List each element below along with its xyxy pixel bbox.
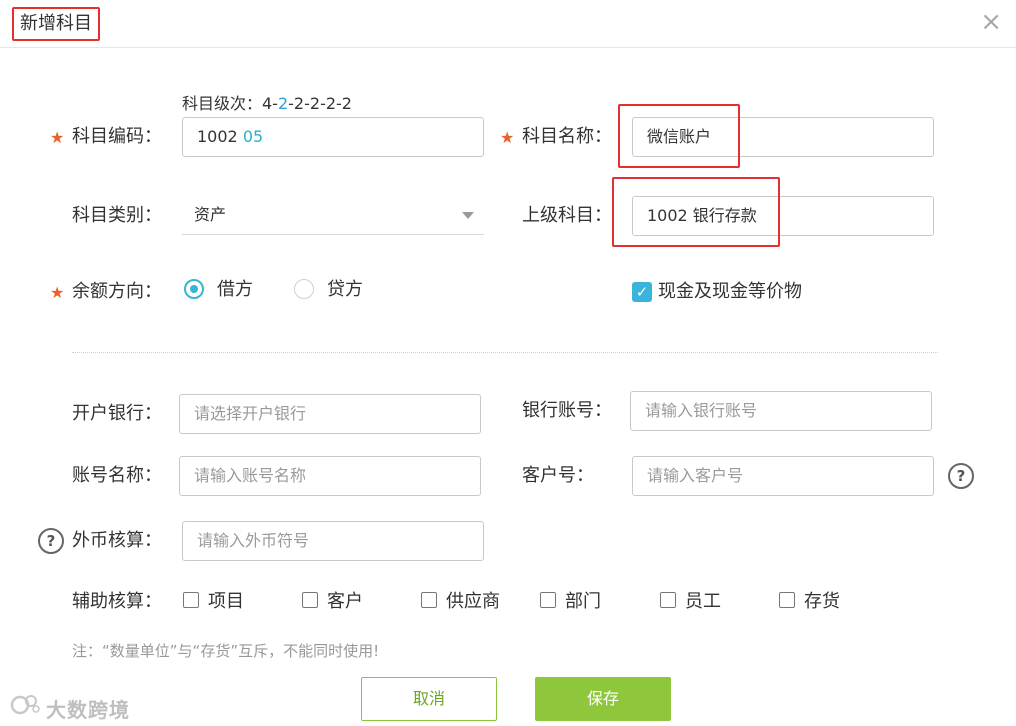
code-level-hint-suffix: -2-2-2-2 <box>288 94 352 113</box>
name-label: 科目名称： <box>522 126 612 147</box>
cash-equivalent-checkbox[interactable]: ✓ <box>632 282 652 302</box>
debit-label[interactable]: 借方 <box>217 278 253 302</box>
account-name-input[interactable]: 请输入账号名称 <box>179 456 481 496</box>
code-prefix: 1002 <box>197 127 243 146</box>
category-value: 资产 <box>194 205 227 224</box>
open-bank-label: 开户银行： <box>72 403 162 424</box>
help-icon[interactable]: ? <box>38 528 64 554</box>
aux-label-supplier[interactable]: 供应商 <box>446 590 500 614</box>
aux-label-project[interactable]: 项目 <box>208 590 244 614</box>
parent-label: 上级科目： <box>522 205 612 226</box>
account-name-label: 账号名称： <box>72 465 162 486</box>
aux-label-customer[interactable]: 客户 <box>327 590 363 614</box>
aux-checkbox-inventory[interactable] <box>779 592 795 608</box>
account-no-label: 银行账号： <box>522 400 612 421</box>
aux-checkbox-customer[interactable] <box>302 592 318 608</box>
balance-label: 余额方向： <box>72 281 162 302</box>
aux-checkbox-department[interactable] <box>540 592 556 608</box>
credit-label[interactable]: 贷方 <box>327 278 363 302</box>
highlight-box-name <box>618 104 740 168</box>
aux-label-department[interactable]: 部门 <box>565 590 601 614</box>
category-label: 科目类别： <box>72 205 162 226</box>
watermark-logo-icon <box>10 692 40 718</box>
code-label: 科目编码： <box>72 126 162 147</box>
aux-checkbox-supplier[interactable] <box>421 592 437 608</box>
category-select[interactable]: 资产 <box>182 197 484 235</box>
aux-label-inventory[interactable]: 存货 <box>804 590 840 614</box>
required-star-icon: ★ <box>50 283 65 302</box>
fx-label: 外币核算： <box>72 530 162 551</box>
open-bank-placeholder: 请选择开户银行 <box>194 404 307 423</box>
aux-label-employee[interactable]: 员工 <box>685 590 721 614</box>
code-level-hint-prefix: 科目级次：4- <box>182 94 278 113</box>
cancel-button[interactable]: 取消 <box>361 677 497 721</box>
open-bank-input[interactable]: 请选择开户银行 <box>179 394 481 434</box>
fx-input[interactable]: 请输入外币符号 <box>182 521 484 561</box>
account-no-placeholder: 请输入银行账号 <box>645 401 758 420</box>
account-name-placeholder: 请输入账号名称 <box>194 466 307 485</box>
account-no-input[interactable]: 请输入银行账号 <box>630 391 932 431</box>
customer-no-label: 客户号： <box>522 465 594 486</box>
code-suffix: 05 <box>242 127 264 146</box>
chevron-down-icon <box>462 212 474 219</box>
mutual-exclusion-note: 注：“数量单位”与“存货”互斥，不能同时使用! <box>72 642 380 660</box>
code-level-hint-highlight: 2 <box>277 94 289 113</box>
cash-equivalent-label[interactable]: 现金及现金等价物 <box>658 280 802 304</box>
aux-checkbox-employee[interactable] <box>660 592 676 608</box>
required-star-icon: ★ <box>500 128 515 147</box>
aux-label: 辅助核算： <box>72 591 162 612</box>
section-divider <box>72 352 938 353</box>
fx-placeholder: 请输入外币符号 <box>197 531 310 550</box>
code-level-hint: 科目级次：4-2-2-2-2-2 <box>182 90 352 114</box>
close-icon[interactable]: × <box>980 8 1002 36</box>
help-icon[interactable]: ? <box>948 463 974 489</box>
header-divider <box>0 47 1016 48</box>
highlight-box-parent <box>612 177 780 247</box>
credit-radio[interactable] <box>294 279 314 299</box>
dialog-title: 新增科目 <box>12 7 100 41</box>
debit-radio[interactable] <box>184 279 204 299</box>
customer-no-input[interactable]: 请输入客户号 <box>632 456 934 496</box>
watermark-text: 大数跨境 <box>46 698 130 722</box>
customer-no-placeholder: 请输入客户号 <box>647 466 744 485</box>
required-star-icon: ★ <box>50 128 65 147</box>
save-button[interactable]: 保存 <box>535 677 671 721</box>
code-input[interactable]: 1002 05 <box>182 117 484 157</box>
aux-checkbox-project[interactable] <box>183 592 199 608</box>
